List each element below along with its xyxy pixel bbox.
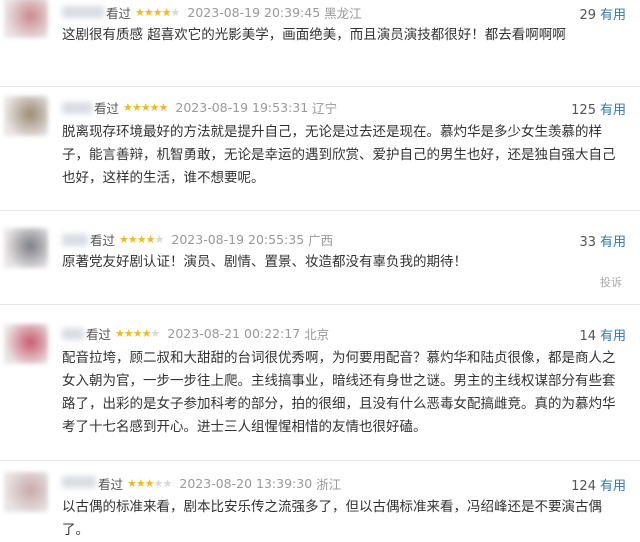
star-filled-icon: ★ <box>135 476 146 490</box>
watched-label: 看过 <box>106 5 132 21</box>
useful-count: 33 <box>579 235 596 250</box>
star-filled-icon: ★ <box>119 232 129 246</box>
divider <box>0 86 640 87</box>
star-filled-icon: ★ <box>145 232 156 246</box>
review-location: 广西 <box>308 232 334 248</box>
watched-label: 看过 <box>86 326 112 342</box>
username[interactable] <box>62 6 104 18</box>
divider <box>0 304 640 305</box>
avatar[interactable] <box>4 324 48 364</box>
review-time: 2023-08-20 13:39:30 <box>179 475 313 491</box>
username[interactable] <box>62 234 88 246</box>
review-content: 以古偶的标准来看，剧本比安乐传之流强多了，但以古偶标准来看，冯绍峰还是不要演古偶… <box>62 499 602 538</box>
review-meta: 看过 ★★★★★ 2023-08-21 00:22:17 北京 <box>86 323 329 343</box>
star-filled-icon: ★ <box>143 5 154 19</box>
useful-label: 有用 <box>599 329 626 344</box>
avatar[interactable] <box>4 0 48 38</box>
star-empty-icon: ★ <box>162 476 173 490</box>
star-filled-icon: ★ <box>127 232 138 246</box>
useful-label: 有用 <box>599 235 626 250</box>
star-filled-icon: ★ <box>158 100 169 114</box>
useful-button[interactable]: 33 有用 <box>579 231 626 250</box>
star-empty-icon: ★ <box>153 476 164 490</box>
star-filled-icon: ★ <box>144 476 155 490</box>
review-content: 脱离现存环境最好的方法就是提升自己，无论是过去还是现在。慕灼华是多少女生羡慕的样… <box>62 124 616 186</box>
star-filled-icon: ★ <box>136 232 147 246</box>
review-meta: 看过 ★★★★★ 2023-08-19 20:55:35 广西 <box>90 229 333 249</box>
avatar[interactable] <box>4 472 48 512</box>
star-empty-icon: ★ <box>170 5 181 19</box>
review-location: 黑龙江 <box>324 5 362 21</box>
review-time: 2023-08-21 00:22:17 <box>167 325 301 341</box>
avatar[interactable] <box>4 228 48 268</box>
divider <box>0 210 640 211</box>
useful-button[interactable]: 29 有用 <box>579 4 626 23</box>
username[interactable] <box>62 102 92 114</box>
review-location: 北京 <box>304 326 330 342</box>
rating-stars: ★★★★★ <box>119 232 165 246</box>
rating-stars: ★★★★★ <box>115 326 161 340</box>
useful-label: 有用 <box>599 103 626 118</box>
review-meta: 看过 ★★★★★ 2023-08-19 20:39:45 黑龙江 <box>106 2 362 22</box>
report-link[interactable]: 投诉 <box>600 274 622 290</box>
useful-button[interactable]: 124 有用 <box>571 475 626 494</box>
username[interactable] <box>62 328 84 340</box>
star-filled-icon: ★ <box>140 100 151 114</box>
review-time: 2023-08-19 20:39:45 <box>187 4 321 20</box>
useful-label: 有用 <box>599 479 626 494</box>
review-content: 这剧很有质感 超喜欢它的光影美学，画面绝美，而且演员演技都很好！都去看啊啊啊 <box>62 27 566 43</box>
useful-count: 125 <box>571 103 596 118</box>
star-empty-icon: ★ <box>154 232 165 246</box>
star-filled-icon: ★ <box>123 100 133 114</box>
review-item: 看过 ★★★★★ 2023-08-19 20:39:45 黑龙江 29 有用 这剧… <box>0 0 640 50</box>
star-filled-icon: ★ <box>123 326 134 340</box>
useful-button[interactable]: 125 有用 <box>571 99 626 118</box>
star-empty-icon: ★ <box>150 326 161 340</box>
star-filled-icon: ★ <box>132 326 143 340</box>
review-time: 2023-08-19 20:55:35 <box>171 231 305 247</box>
review-location: 浙江 <box>316 476 342 492</box>
rating-stars: ★★★★★ <box>123 100 169 114</box>
useful-count: 29 <box>579 8 596 23</box>
review-content: 配音拉垮，顾二叔和大甜甜的台词很优秀啊，为何要用配音？慕灼华和陆贞很像，都是商人… <box>62 350 616 435</box>
review-content: 原著党友好剧认证！演员、剧情、置景、妆造都没有辜负我的期待！ <box>62 254 467 270</box>
star-filled-icon: ★ <box>127 476 137 490</box>
star-filled-icon: ★ <box>115 326 125 340</box>
star-filled-icon: ★ <box>161 5 172 19</box>
avatar[interactable] <box>4 96 48 136</box>
watched-label: 看过 <box>98 476 124 492</box>
star-filled-icon: ★ <box>131 100 142 114</box>
star-filled-icon: ★ <box>141 326 152 340</box>
rating-stars: ★★★★★ <box>135 5 181 19</box>
useful-button[interactable]: 14 有用 <box>579 325 626 344</box>
review-time: 2023-08-19 19:53:31 <box>175 99 309 115</box>
useful-count: 124 <box>571 479 596 494</box>
watched-label: 看过 <box>90 232 116 248</box>
divider <box>0 460 640 461</box>
review-location: 辽宁 <box>312 100 338 116</box>
watched-label: 看过 <box>94 100 120 116</box>
star-filled-icon: ★ <box>149 100 160 114</box>
useful-count: 14 <box>579 329 596 344</box>
star-filled-icon: ★ <box>135 5 145 19</box>
username[interactable] <box>62 476 96 488</box>
star-filled-icon: ★ <box>152 5 163 19</box>
useful-label: 有用 <box>599 8 626 23</box>
review-meta: 看过 ★★★★★ 2023-08-20 13:39:30 浙江 <box>98 473 341 493</box>
review-meta: 看过 ★★★★★ 2023-08-19 19:53:31 辽宁 <box>94 97 337 117</box>
rating-stars: ★★★★★ <box>127 476 173 490</box>
